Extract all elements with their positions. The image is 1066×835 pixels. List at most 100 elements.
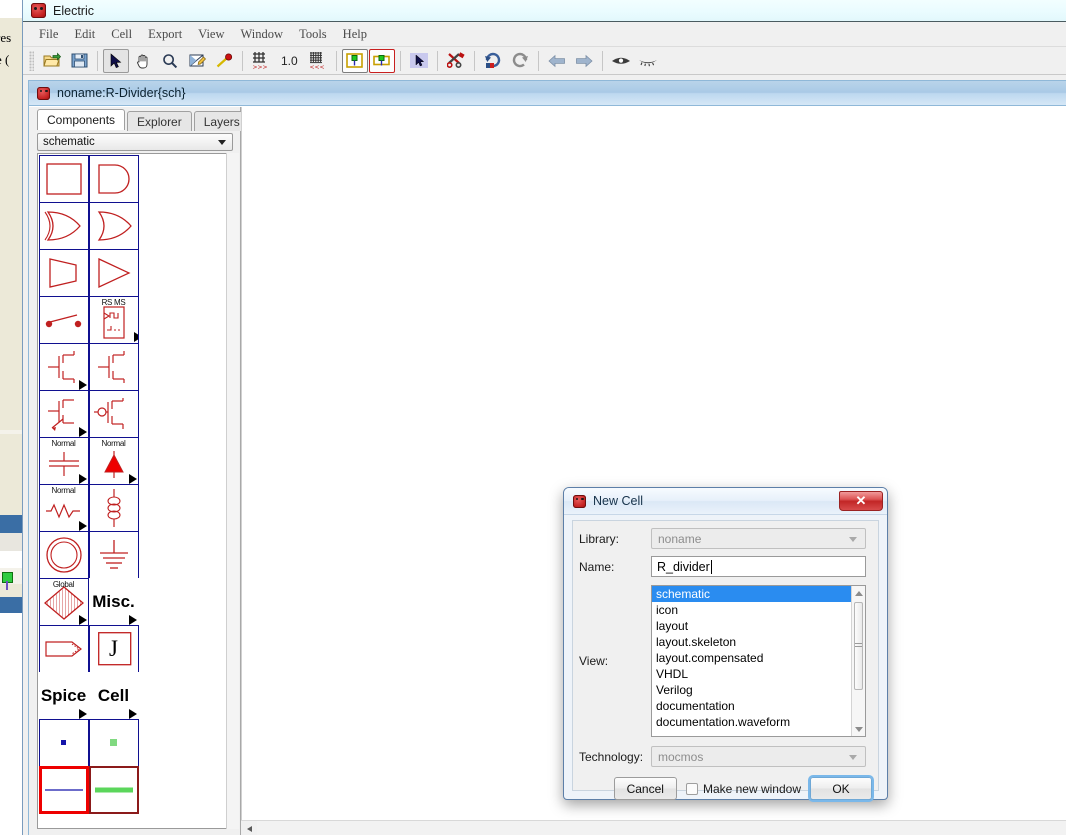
list-item[interactable]: VHDL [652, 666, 865, 682]
submenu-arrow-icon[interactable] [78, 379, 87, 390]
scroll-up-arrow-icon[interactable] [852, 586, 865, 600]
scroll-left-arrow-icon[interactable] [241, 821, 257, 835]
menu-tools[interactable]: Tools [291, 25, 335, 44]
palette-cell-label: Cell [97, 685, 130, 705]
technology-combo-dialog[interactable]: mocmos [651, 746, 866, 767]
list-item[interactable]: documentation.waveform [652, 714, 865, 730]
library-combo[interactable]: noname [651, 528, 866, 549]
palette-buffer[interactable] [88, 248, 139, 297]
open-library-icon[interactable] [39, 49, 65, 73]
palette-misc[interactable]: Misc. [88, 577, 139, 626]
undo-icon[interactable] [480, 49, 506, 73]
palette-scrollbar[interactable] [226, 153, 239, 829]
cell-name-input[interactable]: R_divider [651, 556, 866, 577]
list-item[interactable]: documentation [652, 698, 865, 714]
menu-edit[interactable]: Edit [66, 25, 103, 44]
grid-coarse-icon[interactable]: >>> [248, 49, 274, 73]
horizontal-scroll-track[interactable] [257, 821, 1066, 835]
palette-inductor[interactable] [88, 483, 139, 532]
palette-transistor-4port[interactable] [38, 389, 89, 438]
technology-combo[interactable]: schematic [37, 133, 233, 151]
measure-icon[interactable] [211, 49, 237, 73]
list-item[interactable]: layout.compensated [652, 650, 865, 666]
scroll-down-arrow-icon[interactable] [852, 722, 865, 736]
menu-window[interactable]: Window [233, 25, 292, 44]
palette-mux[interactable] [38, 248, 89, 297]
submenu-arrow-icon[interactable] [133, 331, 138, 342]
close-icon[interactable]: ✕ [839, 491, 883, 511]
ok-button[interactable]: OK [810, 777, 872, 800]
view-listbox-scrollbar[interactable] [851, 586, 865, 736]
list-item[interactable]: layout [652, 618, 865, 634]
forward-arrow-icon[interactable] [571, 49, 597, 73]
palette-spice[interactable]: Spice [38, 671, 89, 720]
submenu-arrow-icon[interactable] [128, 614, 137, 625]
palette-bus-arc[interactable] [88, 765, 139, 814]
palette-node-pin[interactable] [38, 718, 89, 767]
palette-cell[interactable]: Cell [88, 671, 139, 720]
menu-help[interactable]: Help [335, 25, 375, 44]
menu-view[interactable]: View [190, 25, 232, 44]
make-new-window-checkbox-group[interactable]: Make new window [685, 782, 801, 796]
palette-diode-label: Normal [101, 438, 126, 448]
pan-hand-icon[interactable] [130, 49, 156, 73]
list-item[interactable]: icon [652, 602, 865, 618]
make-new-window-checkbox[interactable] [685, 782, 698, 795]
palette-buffer-box[interactable] [38, 154, 89, 203]
palette-node-bus-pin[interactable] [88, 718, 139, 767]
outline-edit-icon[interactable] [184, 49, 210, 73]
unexpand-cell-icon[interactable] [368, 48, 395, 73]
cancel-button[interactable]: Cancel [613, 777, 677, 800]
list-item[interactable]: layout.skeleton [652, 634, 865, 650]
tool-options-icon[interactable] [443, 49, 469, 73]
palette-resistor[interactable]: Normal [38, 483, 89, 532]
palette-off-page[interactable] [38, 624, 89, 673]
list-item[interactable]: Verilog [652, 682, 865, 698]
palette-global-signal[interactable]: Global [38, 577, 89, 626]
palette-xor-gate[interactable] [88, 201, 139, 250]
palette-josephson[interactable]: J [88, 624, 139, 673]
view-label: View: [579, 654, 609, 668]
save-library-icon[interactable] [66, 49, 92, 73]
toolbar-separator-3 [335, 50, 337, 71]
electric-app-icon [31, 3, 46, 18]
palette-pmos-transistor[interactable] [88, 342, 139, 391]
view-listbox[interactable]: schematic icon layout layout.skeleton la… [651, 585, 866, 737]
horizontal-scrollbar[interactable] [241, 820, 1066, 835]
palette-ground[interactable] [88, 530, 139, 579]
grid-fine-icon[interactable]: <<< [305, 49, 331, 73]
palette-switch[interactable] [38, 295, 89, 344]
palette-flipflop[interactable]: RS MS [88, 295, 139, 344]
scroll-thumb[interactable] [854, 602, 863, 690]
palette-and-gate[interactable] [88, 154, 139, 203]
palette-nmos-transistor[interactable] [38, 342, 89, 391]
palette-source[interactable] [38, 530, 89, 579]
submenu-arrow-icon[interactable] [78, 708, 87, 719]
palette-diode[interactable]: Normal [88, 436, 139, 485]
back-arrow-icon[interactable] [544, 49, 570, 73]
zoom-magnifier-icon[interactable] [157, 49, 183, 73]
submenu-arrow-icon[interactable] [78, 426, 87, 437]
toolbar-grip[interactable] [29, 50, 34, 71]
tab-components[interactable]: Components [37, 109, 126, 130]
eye-open-icon[interactable] [608, 49, 634, 73]
submenu-arrow-icon[interactable] [78, 473, 87, 484]
select-arrow-icon[interactable] [103, 48, 129, 73]
pointer-icon[interactable] [406, 49, 432, 73]
tab-explorer[interactable]: Explorer [127, 111, 192, 131]
palette-capacitor[interactable]: Normal [38, 436, 89, 485]
palette-pmos-bubble[interactable] [88, 389, 139, 438]
list-item[interactable]: schematic [652, 586, 865, 602]
submenu-arrow-icon[interactable] [128, 473, 137, 484]
palette-wire-arc[interactable] [38, 765, 89, 814]
submenu-arrow-icon[interactable] [78, 520, 87, 531]
eye-closed-icon[interactable] [635, 49, 661, 73]
expand-cell-icon[interactable] [341, 48, 368, 73]
submenu-arrow-icon[interactable] [128, 708, 137, 719]
menu-cell[interactable]: Cell [103, 25, 140, 44]
redo-icon[interactable] [507, 49, 533, 73]
menu-file[interactable]: File [31, 25, 66, 44]
palette-or-gate[interactable] [38, 201, 89, 250]
submenu-arrow-icon[interactable] [78, 614, 87, 625]
menu-export[interactable]: Export [140, 25, 190, 44]
